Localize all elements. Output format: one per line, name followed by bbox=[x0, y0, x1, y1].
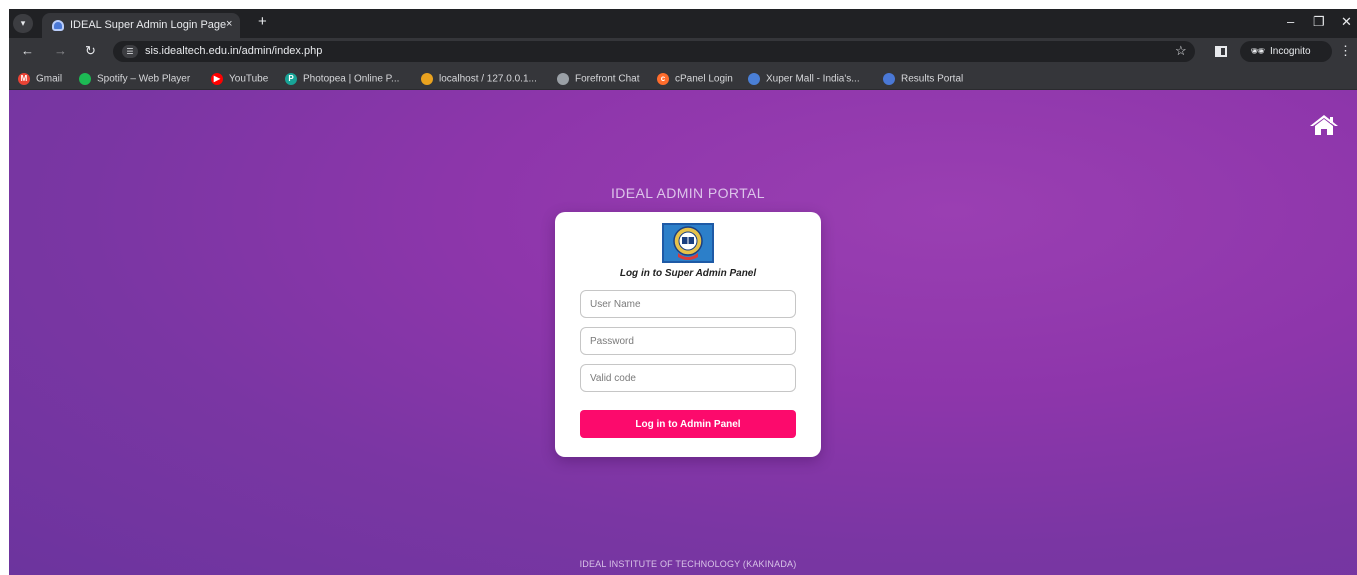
side-panel-icon[interactable] bbox=[1215, 46, 1227, 57]
close-window-button[interactable]: ✕ bbox=[1341, 14, 1352, 30]
minimize-button[interactable]: – bbox=[1287, 14, 1294, 29]
reload-button[interactable]: ↻ bbox=[85, 43, 96, 59]
login-heading: Log in to Super Admin Panel bbox=[619, 268, 757, 279]
footer-text: IDEAL INSTITUTE OF TECHNOLOGY (KAKINADA) bbox=[579, 559, 797, 569]
back-button[interactable]: ← bbox=[21, 43, 34, 59]
address-bar[interactable]: ☰ sis.idealtech.edu.in/admin/index.php ☆ bbox=[113, 41, 1195, 62]
tab-close-icon[interactable]: × bbox=[226, 18, 232, 30]
youtube-icon: ▶ bbox=[211, 72, 223, 85]
bookmark-gmail[interactable]: M Gmail bbox=[18, 70, 62, 85]
bookmark-results-portal[interactable]: Results Portal bbox=[883, 70, 963, 85]
phpmyadmin-icon bbox=[421, 72, 433, 85]
incognito-label: Incognito bbox=[1270, 46, 1311, 57]
spotify-icon bbox=[79, 72, 91, 85]
url-text[interactable]: sis.idealtech.edu.in/admin/index.php bbox=[145, 45, 322, 57]
browser-menu-icon[interactable]: ⋮ bbox=[1339, 43, 1352, 59]
cpanel-icon: c bbox=[657, 72, 669, 85]
tab-strip: ▾ IDEAL Super Admin Login Page × + – ❐ ✕ bbox=[9, 9, 1357, 38]
bookmark-youtube[interactable]: ▶ YouTube bbox=[211, 70, 268, 85]
incognito-badge[interactable]: 🕶 Incognito bbox=[1240, 41, 1332, 62]
xupermall-icon bbox=[748, 72, 760, 85]
incognito-icon: 🕶 bbox=[1250, 44, 1266, 58]
bookmark-cpanel[interactable]: c cPanel Login bbox=[657, 70, 733, 85]
tab-active[interactable]: IDEAL Super Admin Login Page × bbox=[42, 13, 240, 38]
institute-logo bbox=[662, 223, 714, 263]
browser-toolbar: ← → ↻ ☰ sis.idealtech.edu.in/admin/index… bbox=[9, 38, 1357, 65]
page-viewport: IDEAL ADMIN PORTAL Log in to Super Admin… bbox=[9, 90, 1357, 575]
bookmark-forefront-chat[interactable]: Forefront Chat bbox=[557, 70, 639, 85]
home-icon[interactable] bbox=[1309, 114, 1339, 136]
site-info-icon[interactable]: ☰ bbox=[122, 45, 138, 58]
bookmark-localhost[interactable]: localhost / 127.0.0.1... bbox=[421, 70, 537, 85]
new-tab-button[interactable]: + bbox=[258, 14, 267, 30]
browser-window: ▾ IDEAL Super Admin Login Page × + – ❐ ✕… bbox=[9, 9, 1357, 575]
bookmark-photopea[interactable]: P Photopea | Online P... bbox=[285, 70, 399, 85]
login-button[interactable]: Log in to Admin Panel bbox=[580, 410, 796, 438]
results-portal-icon bbox=[883, 72, 895, 85]
gmail-icon: M bbox=[18, 72, 30, 85]
portal-title: IDEAL ADMIN PORTAL bbox=[611, 185, 765, 201]
restore-button[interactable]: ❐ bbox=[1313, 14, 1325, 30]
bookmark-spotify[interactable]: Spotify – Web Player bbox=[79, 70, 190, 85]
forward-button[interactable]: → bbox=[54, 43, 67, 59]
bookmark-star-icon[interactable]: ☆ bbox=[1175, 43, 1187, 59]
valid-code-field[interactable] bbox=[580, 364, 796, 392]
forefront-icon bbox=[557, 72, 569, 85]
photopea-icon: P bbox=[285, 72, 297, 85]
bookmark-xuper-mall[interactable]: Xuper Mall - India's... bbox=[748, 70, 860, 85]
login-card: Log in to Super Admin Panel Log in to Ad… bbox=[555, 212, 821, 457]
tab-title: IDEAL Super Admin Login Page bbox=[70, 19, 227, 31]
site-favicon-icon bbox=[52, 20, 64, 31]
tab-search-button[interactable]: ▾ bbox=[13, 14, 33, 33]
bookmarks-bar: M Gmail Spotify – Web Player ▶ YouTube P Ph… bbox=[9, 65, 1357, 90]
password-field[interactable] bbox=[580, 327, 796, 355]
username-field[interactable] bbox=[580, 290, 796, 318]
